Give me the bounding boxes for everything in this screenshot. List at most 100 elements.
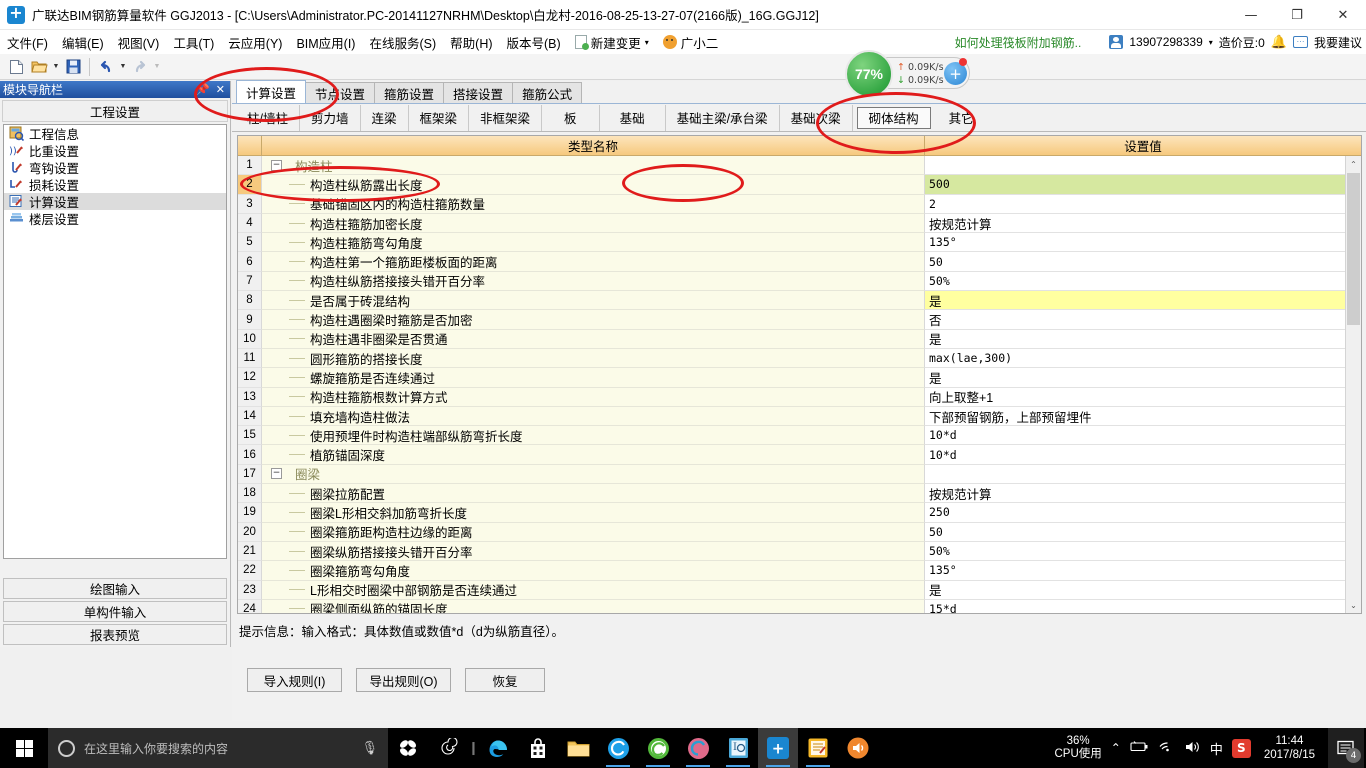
row-type-name[interactable]: 圈梁L形相交斜加筋弯折长度 [262, 503, 925, 523]
taskbar-icon-spiral-app[interactable] [428, 728, 468, 768]
table-row[interactable]: 9 构造柱遇圈梁时箍筋是否加密 否 [238, 310, 1361, 330]
table-row[interactable]: 10 构造柱遇非圈梁是否贯通 是 [238, 329, 1361, 349]
tab-calc-settings[interactable]: 计算设置 [236, 80, 307, 103]
row-type-name[interactable]: 构造柱箍筋加密长度 [262, 213, 925, 234]
table-row[interactable]: 11 圆形箍筋的搭接长度 max(lae,300) [238, 348, 1361, 369]
ime-indicator[interactable]: 中 [1210, 739, 1223, 758]
menu-item-services[interactable]: 在线服务(S) [362, 31, 443, 54]
table-row[interactable]: 2 构造柱纵筋露出长度 500 [238, 175, 1361, 195]
row-setting-value[interactable]: 否 [925, 310, 1361, 330]
row-type-name[interactable]: 填充墙构造柱做法 [262, 406, 925, 427]
microphone-icon[interactable]: 🎙 [361, 741, 378, 756]
taskbar-clock[interactable]: 11:44 2017/8/15 [1260, 734, 1319, 762]
row-type-name[interactable]: 构造柱遇圈梁时箍筋是否加密 [262, 310, 925, 330]
start-button[interactable] [0, 728, 48, 768]
row-type-name[interactable]: 植筋锚固深度 [262, 445, 925, 465]
sidebar-item-project-info[interactable]: 工程信息 [4, 125, 226, 142]
search-input[interactable]: 在这里输入你要搜索的内容 [84, 740, 352, 757]
row-setting-value[interactable]: 135° [925, 233, 1361, 253]
tab-shear-wall[interactable]: 剪力墙 [300, 104, 361, 131]
menu-item-tools[interactable]: 工具(T) [166, 31, 221, 54]
notification-center-button[interactable]: 4 [1328, 728, 1364, 768]
ad-link[interactable]: 如何处理筏板附加钢筋.. [955, 34, 1082, 51]
taskbar-icon-edge[interactable] [478, 728, 518, 768]
maximize-button[interactable]: ❐ [1274, 0, 1320, 30]
table-row[interactable]: 12 螺旋箍筋是否连续通过 是 [238, 368, 1361, 388]
account-label[interactable]: 13907298339 [1129, 35, 1202, 49]
report-preview-button[interactable]: 报表预览 [3, 624, 227, 645]
row-type-name[interactable]: 圈梁拉筋配置 [262, 484, 925, 504]
tab-frame-beam[interactable]: 框架梁 [409, 104, 470, 131]
tab-others[interactable]: 其它 [935, 105, 988, 131]
row-type-name[interactable]: 螺旋箍筋是否连续通过 [262, 368, 925, 388]
taskbar-icon-file-explorer[interactable] [558, 728, 598, 768]
scrollbar-thumb[interactable] [1347, 173, 1360, 325]
row-setting-value[interactable]: 是 [925, 291, 1361, 311]
tab-lap-settings[interactable]: 搭接设置 [443, 82, 514, 103]
taskbar-icon-app-notepad[interactable] [798, 728, 838, 768]
taskbar-search[interactable]: 在这里输入你要搜索的内容 🎙 [48, 728, 388, 768]
taskbar-icon-ggj-active[interactable]: + [758, 728, 798, 768]
menu-item-help[interactable]: 帮助(H) [443, 31, 499, 54]
row-type-name[interactable]: 构造柱纵筋搭接接头错开百分率 [262, 271, 925, 292]
network-speed-widget[interactable]: 77% ↑ 0.09K/s ↓ 0.09K/s + [845, 50, 970, 98]
row-type-name[interactable]: 使用预埋件时构造柱端部纵筋弯折长度 [262, 426, 925, 446]
table-row[interactable]: 3 基础锚固区内的构造柱箍筋数量 2 [238, 194, 1361, 214]
tab-column-wall-column[interactable]: 柱/墙柱 [236, 104, 300, 131]
row-type-name[interactable]: 构造柱箍筋根数计算方式 [262, 387, 925, 407]
new-file-button[interactable] [5, 56, 27, 78]
table-row[interactable]: 19 圈梁L形相交斜加筋弯折长度 250 [238, 503, 1361, 523]
table-row[interactable]: 24 圈梁侧面纵筋的锚固长度 15*d [238, 599, 1361, 613]
table-row[interactable]: 15 使用预埋件时构造柱端部纵筋弯折长度 10*d [238, 426, 1361, 446]
open-file-button[interactable] [28, 56, 50, 78]
row-setting-value[interactable]: 10*d [925, 426, 1361, 446]
table-row[interactable]: 8 是否属于砖混结构 是 [238, 291, 1361, 311]
row-type-name[interactable]: 构造柱遇非圈梁是否贯通 [262, 329, 925, 349]
table-row[interactable]: 16 植筋锚固深度 10*d [238, 445, 1361, 465]
sidebar-item-floor-settings[interactable]: 楼层设置 [4, 210, 226, 227]
table-row[interactable]: 14 填充墙构造柱做法 下部预留钢筋，上部预留埋件 [238, 406, 1361, 427]
taskbar-icon-app-dictionary[interactable]: I [718, 728, 758, 768]
row-setting-value[interactable]: 50 [925, 252, 1361, 272]
row-type-name[interactable]: − 圈梁 [262, 464, 925, 485]
tab-non-frame-beam[interactable]: 非框架梁 [469, 104, 543, 131]
tree-collapse-icon[interactable]: − [271, 468, 282, 480]
assistant-button[interactable]: 广小二 [656, 31, 726, 54]
menu-item-bim[interactable]: BIM应用(I) [289, 31, 362, 54]
menu-item-cloud[interactable]: 云应用(Y) [221, 31, 289, 54]
row-setting-value[interactable]: max(lae,300) [925, 348, 1361, 369]
row-type-name[interactable]: 圈梁侧面纵筋的锚固长度 [262, 599, 925, 613]
scroll-up-button[interactable]: ⌃ [1346, 156, 1361, 172]
row-setting-value[interactable]: 135° [925, 561, 1361, 581]
sidebar-item-loss-settings[interactable]: 损耗设置 [4, 176, 226, 193]
table-row[interactable]: 5 构造柱箍筋弯勾角度 135° [238, 233, 1361, 253]
row-setting-value[interactable]: 下部预留钢筋，上部预留埋件 [925, 406, 1361, 427]
sogou-ime-icon[interactable]: S [1231, 738, 1251, 758]
new-change-button[interactable]: 新建变更 ▾ [568, 31, 656, 54]
scroll-down-button[interactable]: ⌄ [1346, 597, 1361, 613]
taskbar-icon-app-blue-spiral[interactable] [598, 728, 638, 768]
menu-item-version[interactable]: 版本号(B) [500, 31, 568, 54]
draw-input-button[interactable]: 绘图输入 [3, 578, 227, 599]
row-setting-value[interactable]: 2 [925, 194, 1361, 214]
tab-slab[interactable]: 板 [542, 104, 600, 131]
project-settings-header[interactable]: 工程设置 [2, 100, 228, 122]
undo-dropdown-icon[interactable]: ▼ [118, 63, 128, 70]
tree-collapse-icon[interactable]: − [271, 159, 282, 171]
row-setting-value[interactable] [925, 156, 1361, 176]
wifi-icon[interactable] [1158, 740, 1175, 756]
sidebar-item-weight-settings[interactable]: )) 比重设置 [4, 142, 226, 159]
row-setting-value[interactable]: 是 [925, 329, 1361, 349]
undo-button[interactable] [95, 56, 117, 78]
export-rules-button[interactable]: 导出规则(O) [356, 668, 451, 692]
tab-coupling-beam[interactable]: 连梁 [361, 104, 409, 131]
row-setting-value[interactable]: 向上取整+1 [925, 387, 1361, 407]
table-row[interactable]: 6 构造柱第一个箍筋距楼板面的距离 50 [238, 252, 1361, 272]
cpu-usage-tray[interactable]: 36% CPU使用 [1054, 735, 1101, 761]
taskbar-icon-app-green-leaf[interactable] [638, 728, 678, 768]
table-row[interactable]: 20 圈梁箍筋距构造柱边缘的距离 50 [238, 522, 1361, 542]
menu-item-edit[interactable]: 编辑(E) [55, 31, 111, 54]
battery-icon[interactable] [1130, 740, 1149, 756]
menu-item-view[interactable]: 视图(V) [111, 31, 167, 54]
close-button[interactable]: ✕ [1320, 0, 1366, 30]
